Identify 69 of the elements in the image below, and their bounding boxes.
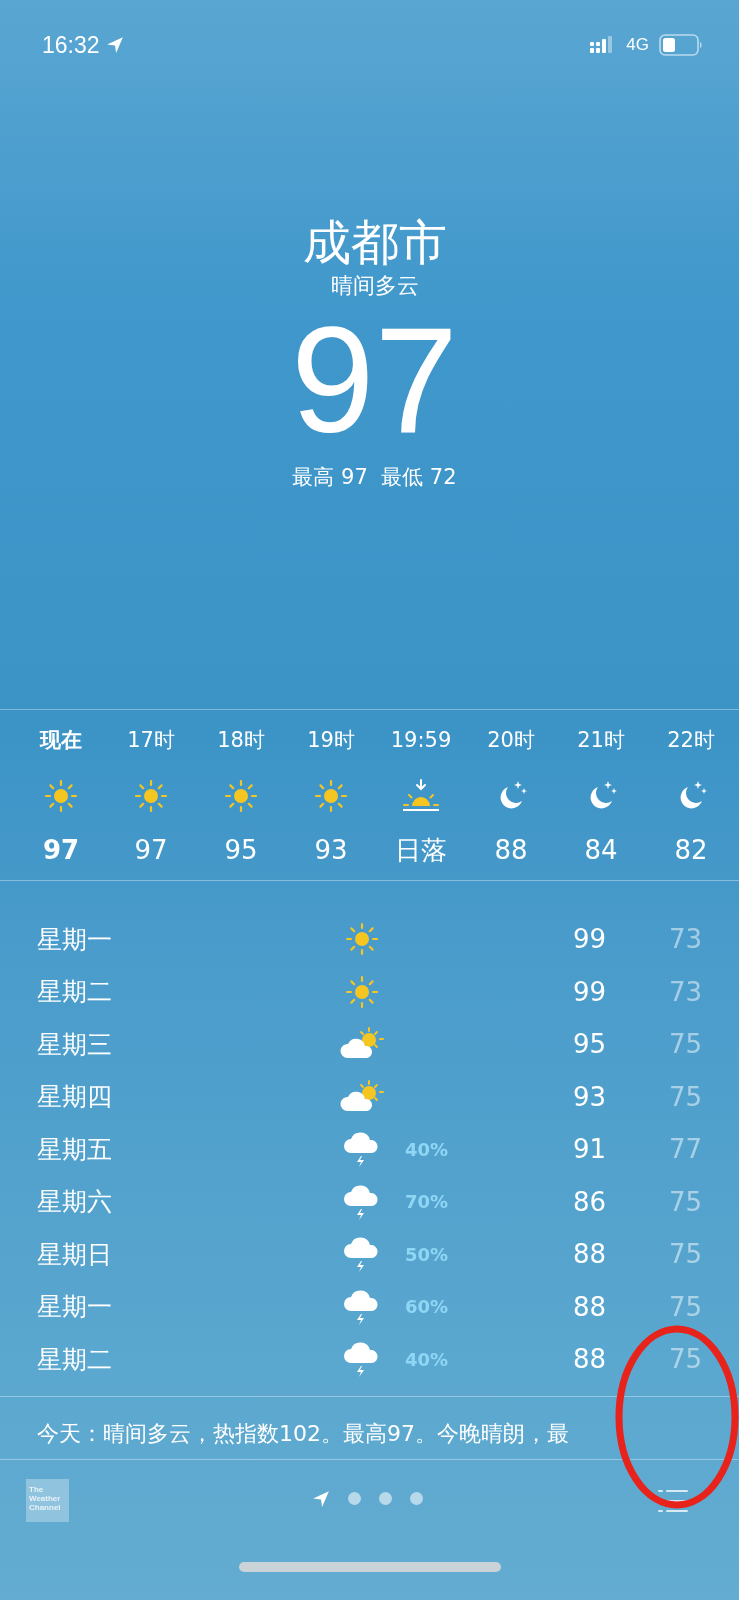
hour-temperature: 日落 [395, 834, 447, 867]
hour-label: 19:59 [390, 727, 452, 754]
day-name: 星期一 [37, 1291, 113, 1324]
rain-chance: 50% [404, 1243, 450, 1265]
high-temperature: 93 [572, 1081, 606, 1112]
low-temperature: 75 [668, 1344, 702, 1375]
high-temperature: 86 [572, 1186, 606, 1217]
low-temperature: 73 [668, 924, 702, 955]
sun-icon [344, 921, 380, 958]
rain-chance: 60% [404, 1296, 450, 1318]
low-temperature: 75 [668, 1186, 702, 1217]
day-name: 星期日 [37, 1238, 113, 1271]
high-temperature: 99 [572, 976, 606, 1007]
high-temperature: 95 [572, 1029, 606, 1060]
hour-label: 现在 [40, 727, 82, 754]
low-temperature: 73 [668, 976, 702, 1007]
hour-label: 18时 [217, 727, 265, 754]
hour-temperature: 97 [42, 834, 80, 867]
low-temperature: 77 [668, 1134, 702, 1165]
day-name: 星期三 [37, 1028, 113, 1061]
high-temperature: 88 [572, 1291, 606, 1322]
hour-temperature: 82 [674, 834, 708, 867]
location-arrow-icon [105, 36, 124, 54]
high-temperature: 99 [572, 924, 606, 955]
page-dot[interactable] [379, 1492, 392, 1505]
low-temperature: 75 [668, 1081, 702, 1112]
rain-chance: 40% [404, 1138, 450, 1160]
hour-label: 22时 [667, 727, 715, 754]
hour-label: 17时 [127, 727, 175, 754]
page-dot[interactable] [410, 1492, 423, 1505]
summary-text: 今天：晴间多云，热指数102。最高97。今晚晴朗，最 [37, 1420, 569, 1446]
high-temperature: 88 [572, 1344, 606, 1375]
day-name: 星期二 [37, 976, 113, 1009]
battery-icon [659, 34, 703, 56]
condition-text: 晴间多云 [330, 272, 419, 300]
sun-icon [344, 973, 380, 1010]
hour-temperature: 84 [584, 834, 618, 867]
list-icon[interactable] [657, 1488, 689, 1513]
location-page-icon[interactable] [312, 1489, 330, 1508]
low-temperature: 75 [668, 1029, 702, 1060]
hour-label: 19时 [307, 727, 355, 754]
city-name: 成都市 [302, 213, 447, 272]
weather-channel-logo[interactable]: The Weather Channel [26, 1479, 69, 1522]
day-name: 星期二 [37, 1343, 113, 1376]
sun-icon [313, 778, 349, 814]
day-name: 星期一 [37, 923, 113, 956]
hour-label: 21时 [577, 727, 625, 754]
hour-temperature: 93 [314, 834, 348, 867]
sun-icon [133, 778, 169, 814]
status-time: 16:32 [42, 31, 100, 59]
day-name: 星期六 [37, 1186, 113, 1219]
sun-icon [223, 778, 259, 814]
low-temperature: 75 [668, 1239, 702, 1270]
high-temperature: 88 [572, 1239, 606, 1270]
sun-icon [43, 778, 79, 814]
hour-temperature: 95 [224, 834, 258, 867]
network-label: 4G [626, 35, 649, 55]
low-temperature: 75 [668, 1291, 702, 1322]
hour-temperature: 88 [494, 834, 528, 867]
day-name: 星期五 [37, 1133, 113, 1166]
sunset-icon [400, 778, 442, 814]
high-temperature: 91 [572, 1134, 606, 1165]
hour-temperature: 97 [134, 834, 168, 867]
high-low-text: 最高 97 最低 72 [292, 464, 457, 491]
day-name: 星期四 [37, 1081, 113, 1114]
rain-chance: 70% [404, 1191, 450, 1213]
hour-label: 20时 [487, 727, 535, 754]
page-dot[interactable] [348, 1492, 361, 1505]
current-temperature: 97 [291, 300, 458, 460]
